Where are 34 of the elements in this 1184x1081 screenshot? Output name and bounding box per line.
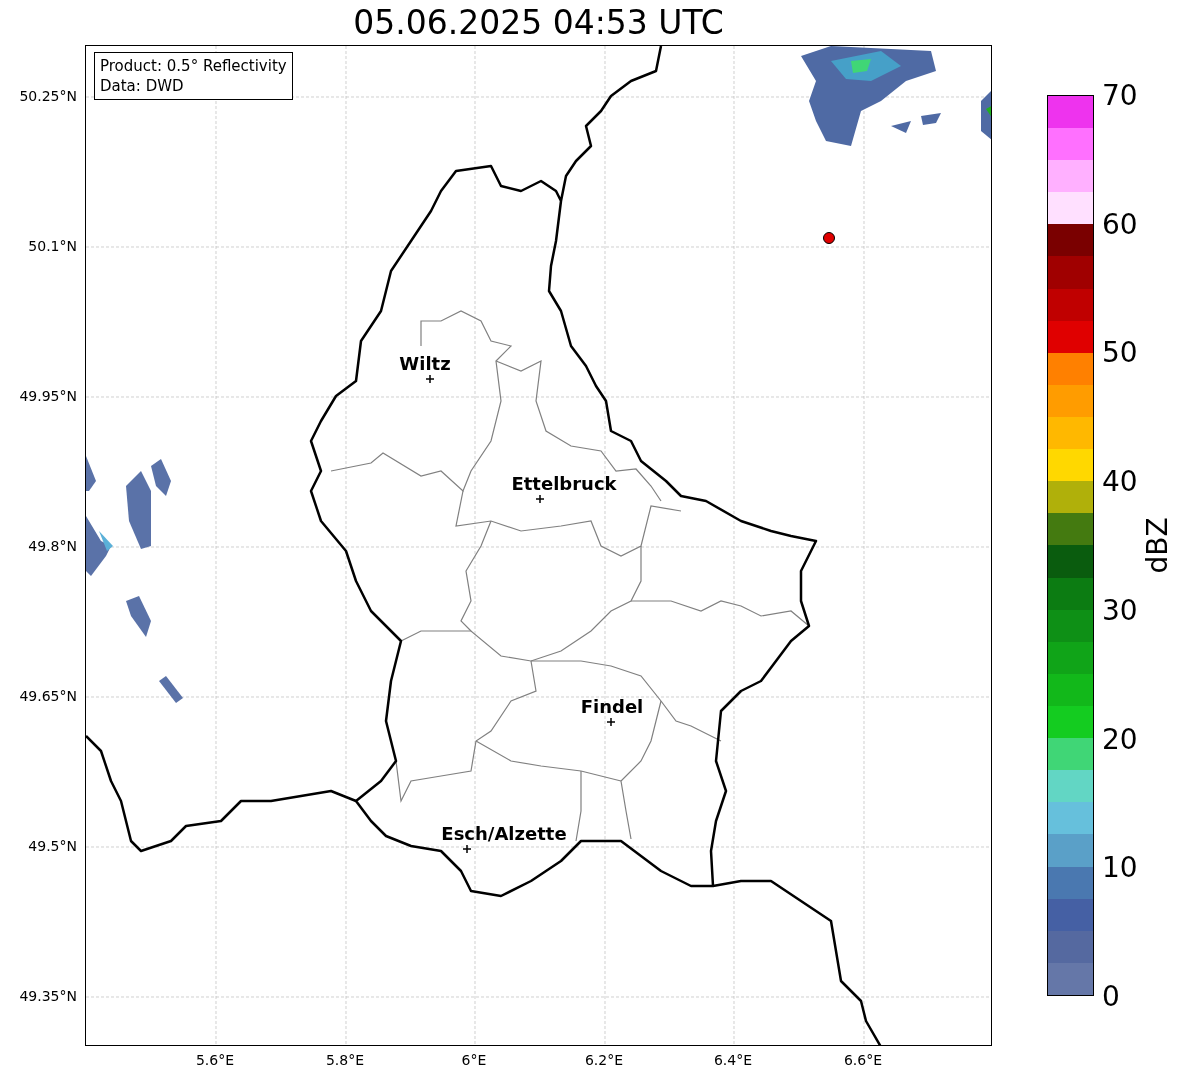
- colorbar-label: dBZ: [1140, 517, 1174, 574]
- colorbar-tick-label: 0: [1102, 979, 1120, 1013]
- location-dot: [823, 232, 835, 244]
- chart-title: 05.06.2025 04:53 UTC: [352, 2, 725, 44]
- colorbar-tick-label: 10: [1102, 850, 1138, 884]
- colorbar-tick-label: 40: [1102, 464, 1138, 498]
- longitude-label: 6.2°E: [584, 1052, 624, 1068]
- longitude-label: 6.6°E: [843, 1052, 883, 1068]
- city-label: Esch/Alzette: [441, 822, 567, 844]
- latitude-label: 49.35°N: [19, 988, 77, 1004]
- longitude-label: 6.4°E: [713, 1052, 753, 1068]
- city-label: Wiltz: [399, 352, 451, 374]
- city-marker-icon: [535, 494, 545, 504]
- colorbar-tick-label: 70: [1102, 78, 1138, 112]
- latitude-label: 49.95°N: [19, 388, 77, 404]
- colorbar-tick-label: 50: [1102, 335, 1138, 369]
- info-text: Product: 0.5° Reflectivity: [100, 56, 287, 76]
- colorbar-tick-label: 60: [1102, 207, 1138, 241]
- latitude-label: 49.65°N: [19, 688, 77, 704]
- latitude-label: 49.8°N: [28, 538, 77, 554]
- longitude-label: 5.6°E: [195, 1052, 235, 1068]
- city-marker-icon: [462, 844, 472, 854]
- latitude-label: 50.25°N: [19, 88, 77, 104]
- city-marker-icon: [606, 717, 616, 727]
- latitude-label: 49.5°N: [28, 838, 77, 854]
- colorbar-tick-label: 20: [1102, 722, 1138, 756]
- longitude-label: 5.8°E: [325, 1052, 365, 1068]
- colorbar-tick-label: 30: [1102, 593, 1138, 627]
- longitude-label: 6°E: [461, 1052, 487, 1068]
- latitude-label: 50.1°N: [28, 238, 77, 254]
- city-label: Ettelbruck: [511, 472, 617, 494]
- city-label: Findel: [580, 695, 644, 717]
- info-text: Data: DWD: [100, 76, 185, 96]
- city-marker-icon: [425, 374, 435, 384]
